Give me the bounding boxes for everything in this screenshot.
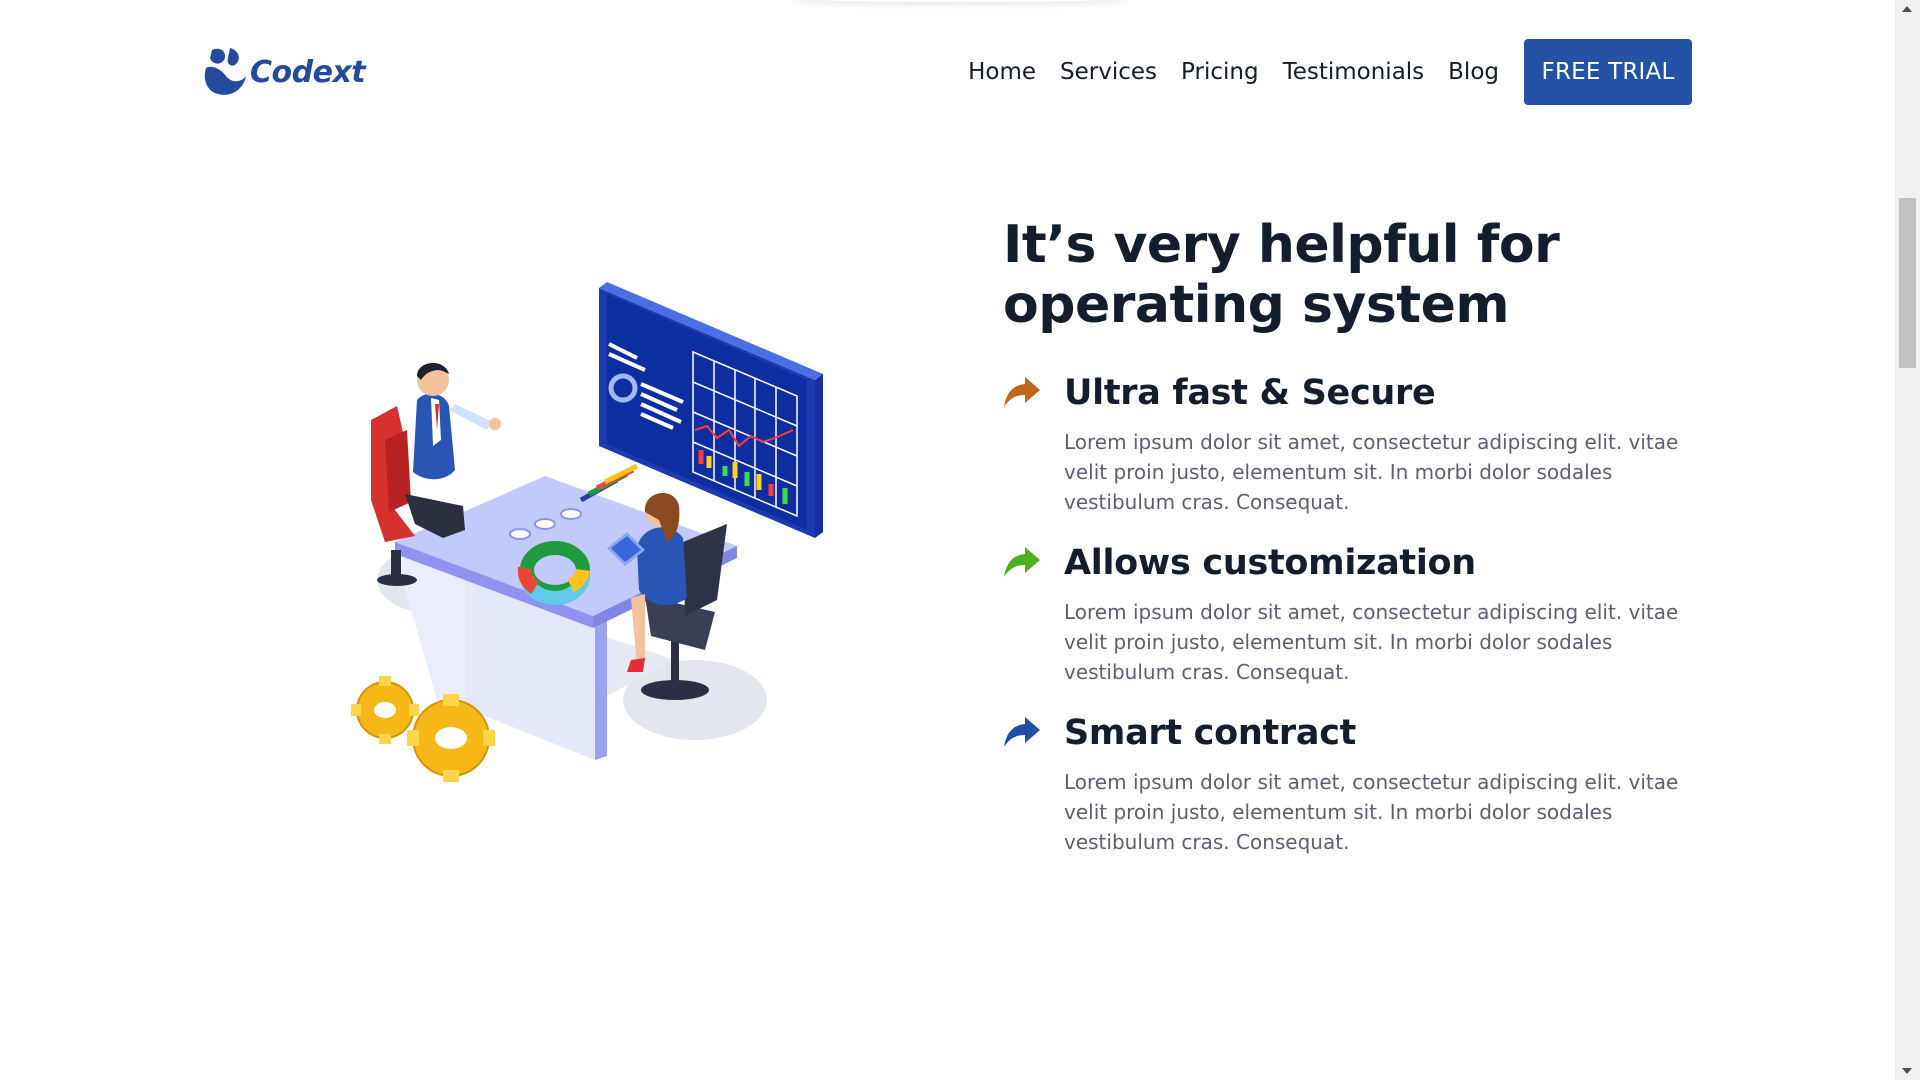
feature-item-ultra-fast: Ultra fast & Secure Lorem ipsum dolor si… bbox=[1003, 373, 1703, 517]
page-scrollbar[interactable] bbox=[1895, 0, 1920, 1080]
feature-description: Lorem ipsum dolor sit amet, consectetur … bbox=[1064, 430, 1679, 514]
office-workers-dashboard-illustration bbox=[351, 282, 823, 782]
share-arrow-icon bbox=[1004, 547, 1040, 577]
site-header: Codext Home Services Pricing Testimonial… bbox=[0, 0, 1895, 145]
nav-services[interactable]: Services bbox=[1060, 59, 1157, 85]
feature-description: Lorem ipsum dolor sit amet, consectetur … bbox=[1064, 600, 1679, 684]
feature-item-smart-contract: Smart contract Lorem ipsum dolor sit ame… bbox=[1003, 713, 1703, 857]
nav-blog[interactable]: Blog bbox=[1448, 59, 1499, 85]
feature-title: Ultra fast & Secure bbox=[1064, 373, 1436, 413]
scroll-down-arrow-icon[interactable] bbox=[1902, 1068, 1912, 1074]
logo-text: Codext bbox=[250, 54, 366, 90]
dashboard-screen-graphic bbox=[599, 282, 823, 538]
logo-icon bbox=[204, 48, 246, 95]
share-arrow-icon bbox=[1004, 717, 1040, 747]
free-trial-button[interactable]: FREE TRIAL bbox=[1524, 39, 1692, 105]
headline-line-1: It’s very helpful for bbox=[1003, 215, 1560, 275]
features-section: It’s very helpful for operating system U… bbox=[1003, 215, 1703, 883]
logo[interactable]: Codext bbox=[202, 45, 366, 99]
scrollbar-thumb[interactable] bbox=[1899, 198, 1916, 368]
feature-title: Allows customization bbox=[1064, 543, 1476, 583]
nav-testimonials[interactable]: Testimonials bbox=[1283, 59, 1425, 85]
feature-item-customization: Allows customization Lorem ipsum dolor s… bbox=[1003, 543, 1703, 687]
headline-line-2: operating system bbox=[1003, 275, 1510, 335]
nav-home[interactable]: Home bbox=[968, 59, 1036, 85]
nav-pricing[interactable]: Pricing bbox=[1181, 59, 1259, 85]
feature-title: Smart contract bbox=[1064, 713, 1357, 753]
feature-list: Ultra fast & Secure Lorem ipsum dolor si… bbox=[1003, 373, 1703, 857]
scroll-up-arrow-icon[interactable] bbox=[1902, 6, 1912, 12]
section-headline: It’s very helpful for operating system bbox=[1003, 215, 1703, 335]
main-nav: Home Services Pricing Testimonials Blog … bbox=[968, 39, 1692, 105]
share-arrow-icon bbox=[1004, 377, 1040, 407]
feature-description: Lorem ipsum dolor sit amet, consectetur … bbox=[1064, 770, 1679, 854]
